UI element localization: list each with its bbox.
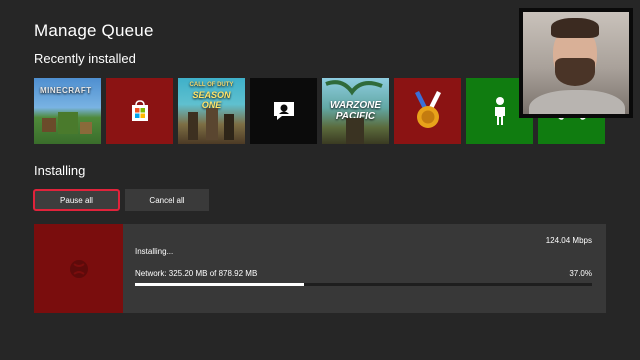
progress-percent: 37.0%: [569, 269, 592, 278]
recently-installed-title: Recently installed: [34, 51, 136, 66]
queue-actions: Pause all Cancel all: [33, 189, 209, 211]
progress-bar: [135, 283, 592, 286]
cod-art-icon: [188, 108, 234, 140]
install-status: Installing...: [135, 247, 174, 256]
tile-microsoft-store[interactable]: [106, 78, 173, 144]
network-progress-text: Network: 325.20 MB of 878.92 MB: [135, 269, 258, 278]
avatar-icon: [494, 97, 505, 125]
page-title: Manage Queue: [34, 21, 154, 40]
webcam-overlay: [519, 8, 633, 118]
install-details: 124.04 Mbps Installing... Network: 325.2…: [123, 224, 606, 313]
pause-all-button[interactable]: Pause all: [33, 189, 120, 211]
store-bag-icon: [131, 100, 148, 121]
xbox-logo-icon: [69, 259, 88, 278]
minecraft-art-icon: [42, 112, 92, 134]
webcam-person-body: [529, 90, 625, 114]
medal-icon: [414, 91, 441, 128]
installing-title: Installing: [34, 163, 86, 178]
webcam-person-beard: [555, 58, 595, 86]
tile-minecraft[interactable]: MINECRAFT: [34, 78, 101, 144]
tile-achievements[interactable]: [394, 78, 461, 144]
feedback-icon: [273, 102, 294, 120]
warzone-art-icon: [325, 80, 383, 144]
cancel-all-button[interactable]: Cancel all: [125, 189, 209, 211]
progress-bar-fill: [135, 283, 305, 286]
download-speed: 124.04 Mbps: [545, 236, 592, 245]
tile-call-of-duty[interactable]: CALL OF DUTY SEASON ONE: [178, 78, 245, 144]
tile-feedback-hub[interactable]: [250, 78, 317, 144]
install-thumbnail: [34, 224, 123, 313]
tile-warzone[interactable]: WARZONE PACIFIC: [322, 78, 389, 144]
webcam-person-hair: [551, 18, 599, 38]
install-queue-item[interactable]: 124.04 Mbps Installing... Network: 325.2…: [34, 224, 606, 313]
